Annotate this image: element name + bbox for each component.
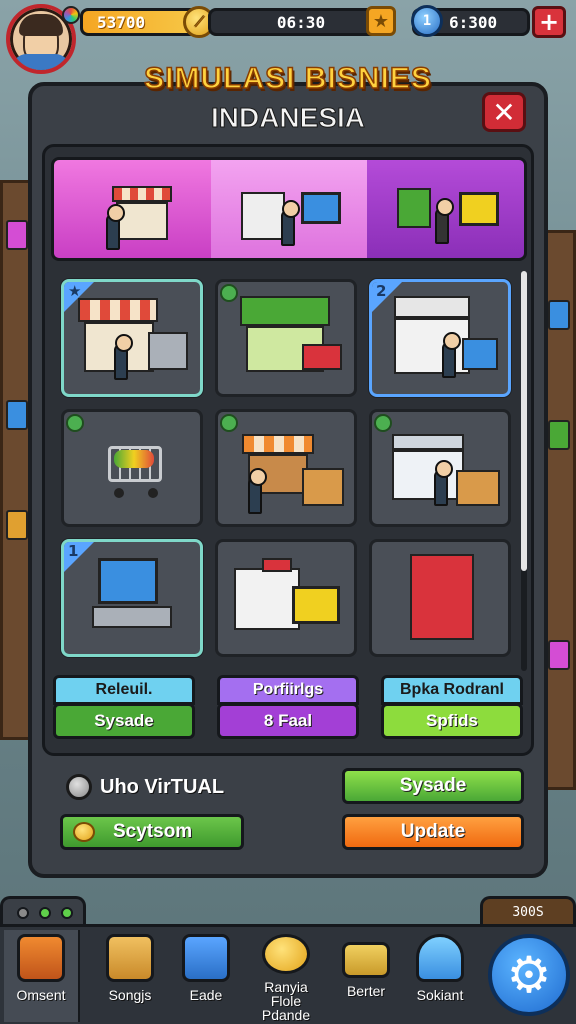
nav-item-sokiant[interactable]: Sokiant: [402, 930, 478, 1022]
business-card-market-stall[interactable]: [215, 409, 357, 527]
nav-item-songjs[interactable]: Songjs: [92, 930, 168, 1022]
business-card-grocery[interactable]: [61, 409, 203, 527]
shelf-product: [6, 510, 28, 540]
nav-item-berter[interactable]: Berter: [328, 930, 404, 1022]
gem-level: 1: [422, 13, 432, 29]
gold-coin-icon: [262, 934, 310, 974]
star-icon[interactable]: ★: [366, 6, 396, 36]
shelf-product: [6, 220, 28, 250]
business-card-computer[interactable]: 1: [61, 539, 203, 657]
business-card-office[interactable]: [215, 539, 357, 657]
panel-subtitle: INDANESIA: [210, 102, 365, 134]
settings-gear-icon[interactable]: ⚙: [488, 934, 570, 1016]
add-currency-button[interactable]: +: [532, 6, 566, 38]
nav-label: Eade: [189, 987, 223, 1003]
nav-label: Ranyia Flole Pdande: [261, 979, 311, 1023]
tree-icon: [66, 414, 84, 432]
tab-shop-category[interactable]: [54, 160, 211, 258]
business-card-warung[interactable]: [215, 279, 357, 397]
label-title: Releuil.: [53, 675, 195, 705]
label-action-button[interactable]: 8 Faal: [217, 703, 359, 739]
status-dot: [61, 907, 73, 919]
shirt-icon: [416, 934, 464, 982]
tree-icon: [220, 284, 238, 302]
tree-icon: [374, 414, 392, 432]
business-content: ★ 2 1 Releuil. Sysade Porfiirlgs 8 Faal …: [42, 144, 534, 756]
gem-icon: 1: [411, 5, 443, 37]
nav-counter-value: 300S: [512, 905, 544, 920]
rainbow-gem-icon: [62, 6, 80, 24]
time-value: 06:30: [276, 12, 326, 32]
coin-icon: [73, 822, 95, 842]
business-card-minimarket[interactable]: [369, 409, 511, 527]
scytsom-button[interactable]: Scytsom: [60, 814, 244, 850]
money-value: 53700: [97, 12, 146, 32]
sysade-button[interactable]: Sysade: [342, 768, 524, 804]
label-title: Porfiirlgs: [217, 675, 359, 705]
nav-label: Omsent: [16, 987, 66, 1003]
close-button[interactable]: ✕: [482, 92, 526, 132]
tab-online-category[interactable]: [210, 160, 368, 258]
shelf-product: [548, 640, 570, 670]
nav-label: Songjs: [108, 987, 152, 1003]
label-card-2: Porfiirlgs 8 Faal: [217, 675, 359, 739]
grid-scrollbar[interactable]: [521, 271, 527, 671]
business-icon: [397, 182, 507, 246]
business-panel: INDANESIA ✕ ★ 2 1 Releuil. Sysade Porfii…: [28, 82, 548, 878]
nav-status-tab: [0, 896, 86, 926]
update-button[interactable]: Update: [342, 814, 524, 850]
tab-business-category[interactable]: [367, 160, 524, 258]
cart-icon: [182, 934, 230, 982]
label-action-button[interactable]: Sysade: [53, 703, 195, 739]
online-store-icon: [240, 186, 341, 246]
shelf-product: [6, 400, 28, 430]
crate-icon: [17, 934, 65, 982]
shop-icon: [106, 186, 172, 250]
label-title: Bpka Rodranl: [381, 675, 523, 705]
business-card-shop[interactable]: ★: [61, 279, 203, 397]
status-dot: [39, 907, 51, 919]
scytsom-label: Scytsom: [113, 821, 193, 842]
category-tabs: [51, 157, 527, 261]
nav-item-eade[interactable]: Eade: [168, 930, 244, 1022]
money-counter: 53700 ⟋: [80, 6, 215, 38]
virtual-radio-button[interactable]: [66, 774, 92, 800]
cash-icon: [342, 942, 390, 978]
gem-counter: 1 6:300: [411, 5, 530, 37]
label-card-1: Releuil. Sysade: [53, 675, 195, 739]
business-grid: ★ 2 1: [61, 279, 517, 657]
level-badge: 1: [68, 542, 79, 560]
gem-value: 6:300: [449, 12, 498, 32]
status-dot: [17, 907, 29, 919]
box-icon: [106, 934, 154, 982]
shelf-product: [548, 420, 570, 450]
shopping-cart-icon: [104, 436, 168, 502]
tree-icon: [220, 414, 238, 432]
virtual-radio-label: Uho VirTUAL: [100, 776, 225, 798]
nav-label: Berter: [346, 983, 386, 999]
nav-item-omsent[interactable]: Omsent: [4, 930, 80, 1022]
business-card-store[interactable]: 2: [369, 279, 511, 397]
shelf-product: [548, 300, 570, 330]
level-badge: 2: [376, 282, 387, 300]
business-card-product[interactable]: [369, 539, 511, 657]
nav-label: Sokiant: [416, 987, 464, 1003]
game-title: SIMULASI BISNIES: [143, 61, 432, 96]
label-card-3: Bpka Rodranl Spfids: [381, 675, 523, 739]
business-labels: Releuil. Sysade Porfiirlgs 8 Faal Bpka R…: [53, 675, 523, 739]
scrollbar-thumb[interactable]: [521, 271, 527, 571]
nav-item-ranyia[interactable]: Ranyia Flole Pdande: [248, 930, 324, 1022]
nav-counter-tab: 300S: [480, 896, 576, 926]
label-action-button[interactable]: Spfids: [381, 703, 523, 739]
top-hud: 53700 ⟋ 06:30 ★ 1 6:300 +: [0, 0, 576, 74]
